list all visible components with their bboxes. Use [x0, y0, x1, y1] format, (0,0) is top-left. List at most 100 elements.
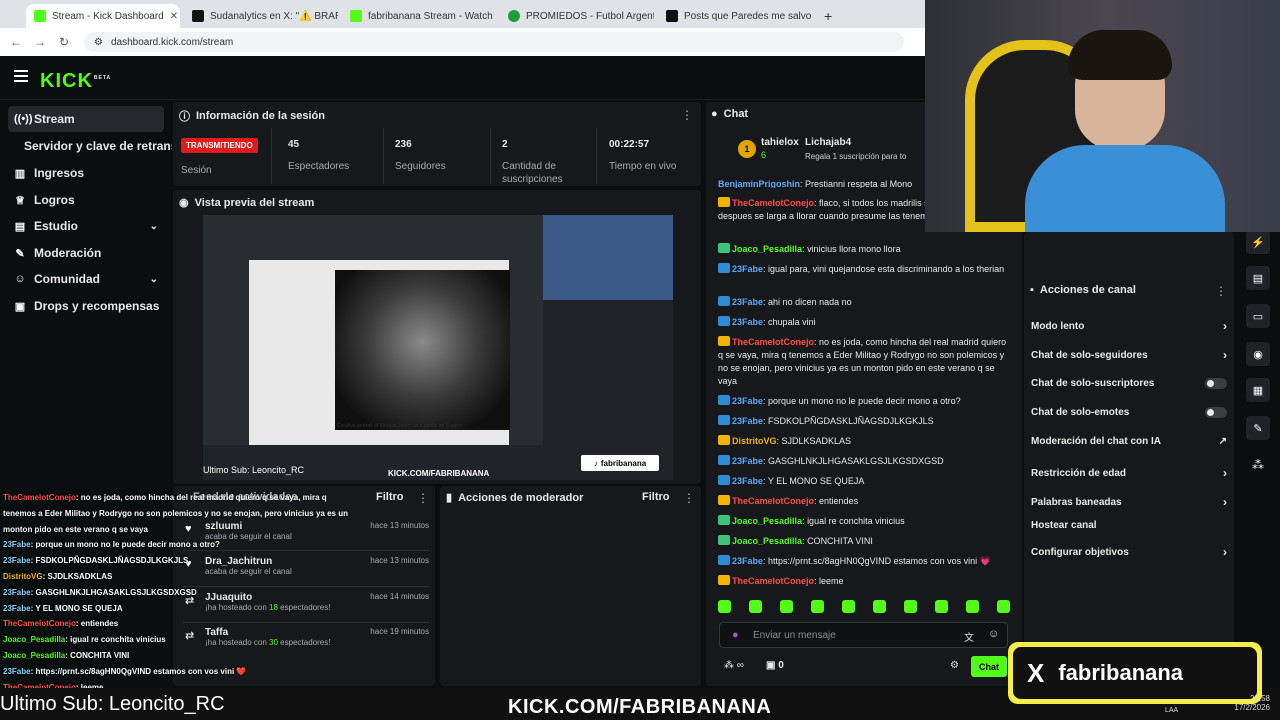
chat-username[interactable]: TheCamelotConejo [732, 198, 814, 208]
emote-icon[interactable] [966, 600, 979, 613]
chevron-right-icon: › [1223, 495, 1227, 509]
chat-username[interactable]: 23Fabe [732, 396, 763, 406]
chat-username[interactable]: Joaco_Pesadilla [732, 516, 802, 526]
sidebar-item-server-key[interactable]: Servidor y clave de retransmisión [8, 133, 172, 159]
layout-icon[interactable]: ▦ [1246, 378, 1270, 402]
back-icon[interactable]: ← [8, 35, 24, 49]
emote-icon[interactable] [997, 600, 1010, 613]
sidebar-item-estudio[interactable]: ▤ Estudio ⌄ [8, 213, 164, 239]
activity-filter-button[interactable]: Filtro [376, 491, 404, 503]
channel-actions-title: ▪ Acciones de canal [1030, 284, 1136, 296]
shield-icon: ▮ [446, 492, 453, 504]
chat-username[interactable]: 23Fabe [732, 456, 763, 466]
menu-icon[interactable] [14, 70, 28, 82]
sidebar-item-stream[interactable]: ((•)) Stream [8, 106, 164, 132]
more-options-icon[interactable]: ⋮ [417, 491, 429, 505]
chat-username[interactable]: DistritoVG [732, 436, 777, 446]
chat-settings-icon[interactable]: ⚙ [950, 660, 959, 671]
points-icon: ⁂ [724, 660, 734, 671]
action-ai-moderation[interactable]: Moderación del chat con IA ↗ [1031, 436, 1227, 447]
browser-tab[interactable]: Posts que Paredes me salvo la v✕ [658, 4, 812, 28]
action-slow-mode[interactable]: Modo lento › [1031, 319, 1227, 333]
chat-username[interactable]: TheCamelotConejo [732, 337, 814, 347]
chat-username[interactable]: BenjaminPrigoshin [718, 179, 800, 188]
more-options-icon[interactable]: ⋮ [683, 491, 695, 505]
webcam-overlay [925, 0, 1280, 232]
emote-icon[interactable] [935, 600, 948, 613]
emote-icon[interactable] [780, 600, 793, 613]
send-chat-button[interactable]: Chat [971, 656, 1007, 677]
chat-username[interactable]: 23Fabe [732, 416, 763, 426]
emote-icon[interactable] [811, 600, 824, 613]
gifter-name[interactable]: Lichajab4 [805, 137, 851, 148]
chat-username[interactable]: 23Fabe [732, 476, 763, 486]
chat-bubble-icon[interactable]: ▭ [1246, 304, 1270, 328]
emotes-only-toggle[interactable] [1205, 407, 1227, 418]
broadcast-icon[interactable]: ◉ [1246, 342, 1270, 366]
more-options-icon[interactable]: ⋮ [1215, 284, 1227, 298]
sidebar-item-drops[interactable]: ▣ Drops y recompensas [8, 293, 164, 319]
chevron-down-icon[interactable]: ⌄ [150, 274, 164, 285]
chat-message: 23Fabe: FSDKOLPÑGDASKLJÑAGSDJLKGKJLS [718, 415, 1013, 428]
emote-icon[interactable] [718, 600, 731, 613]
sidebar-item-comunidad[interactable]: ☺ Comunidad ⌄ [8, 266, 164, 292]
action-age-restriction[interactable]: Restricción de edad › [1031, 466, 1227, 480]
reload-icon[interactable]: ↻ [56, 35, 72, 49]
mod-actions-title: ▮ Acciones de moderador [446, 491, 584, 505]
chat-username[interactable]: TheCamelotConejo [732, 496, 814, 506]
sidebar-item-ingresos[interactable]: ▥ Ingresos [8, 160, 164, 186]
overlay-text: Y EL MONO SE QUEJA [35, 603, 123, 613]
action-followers-only[interactable]: Chat de solo-seguidores › [1031, 348, 1227, 362]
pinned-user[interactable]: tahielox [761, 137, 799, 148]
sidebar-item-logros[interactable]: ♕ Logros [8, 187, 164, 213]
action-host-channel[interactable]: Hostear canal [1031, 520, 1227, 531]
stream-preview-video[interactable]: Creative portrait of Vinicius Júnior as … [203, 215, 673, 480]
chat-username[interactable]: 23Fabe [732, 317, 763, 327]
chat-username[interactable]: 23Fabe [732, 264, 763, 274]
sidebar-item-moderacion[interactable]: ✎ Moderación [8, 240, 164, 266]
chevron-down-icon[interactable]: ⌄ [150, 221, 164, 232]
chat-username[interactable]: 23Fabe [732, 556, 763, 566]
close-icon[interactable]: ✕ [170, 11, 178, 22]
chat-text: GASGHLNKJLHGASAKLGSJLKGSDXGSD [768, 456, 944, 466]
broadcast-icon: ((•)) [14, 113, 33, 125]
kick-logo[interactable]: KICKBETA [40, 70, 111, 93]
url-input[interactable]: ⚙ dashboard.kick.com/stream [84, 32, 904, 52]
user-badge-icon [718, 296, 730, 306]
action-banned-words[interactable]: Palabras baneadas › [1031, 495, 1227, 509]
mod-filter-button[interactable]: Filtro [642, 491, 670, 503]
browser-tab[interactable]: Sudanalytics en X: "⚠️ BRAR VINI✕ [184, 4, 338, 28]
chat-input[interactable]: ● Enviar un mensaje 文 ☺ [719, 622, 1008, 648]
chat-text: porque un mono no le puede decir mono a … [768, 396, 961, 406]
microphone-icon[interactable]: ● [732, 629, 739, 641]
site-info-icon[interactable]: ⚙ [94, 37, 103, 48]
chat-username[interactable]: TheCamelotConejo [732, 576, 814, 586]
activity-item: ⇄ JJuaquito ¡ha hosteado con 18 espectador… [185, 592, 429, 612]
notes-icon[interactable]: ▤ [1246, 266, 1270, 290]
emoji-icon[interactable]: ☺ [988, 628, 999, 640]
emote-icon[interactable] [842, 600, 855, 613]
chat-username[interactable]: Joaco_Pesadilla [732, 244, 802, 254]
chat-text: igual para, vini quejandose esta discrim… [768, 264, 1005, 274]
gift-counter[interactable]: ▣ 0 [766, 660, 784, 671]
forward-icon[interactable]: → [32, 35, 48, 49]
new-tab-button[interactable]: + [816, 4, 840, 28]
translate-icon[interactable]: 文 [964, 629, 974, 644]
action-configure-goals[interactable]: Configurar objetivos › [1031, 545, 1227, 559]
channel-points[interactable]: ⁂ ∞ [724, 660, 744, 671]
kick-favicon-icon [350, 10, 362, 22]
wrench-icon[interactable]: ✎ [1246, 416, 1270, 440]
gift-icon: ▣ [14, 300, 26, 313]
quick-action-icon[interactable]: ⚡ [1246, 230, 1270, 254]
browser-tab[interactable]: Stream - Kick Dashboard ✕ [26, 4, 180, 28]
browser-tab[interactable]: fabribanana Stream - Watch Li✕ [342, 4, 496, 28]
emote-icon[interactable] [749, 600, 762, 613]
community-icon[interactable]: ⁂ [1252, 458, 1264, 472]
emote-icon[interactable] [904, 600, 917, 613]
chat-username[interactable]: 23Fabe [732, 297, 763, 307]
browser-tab[interactable]: PROMIEDOS - Futbol Argentino✕ [500, 4, 654, 28]
subscribers-only-toggle[interactable] [1205, 378, 1227, 389]
emote-icon[interactable] [873, 600, 886, 613]
more-options-icon[interactable]: ⋮ [681, 108, 693, 122]
chat-username[interactable]: Joaco_Pesadilla [732, 536, 802, 546]
